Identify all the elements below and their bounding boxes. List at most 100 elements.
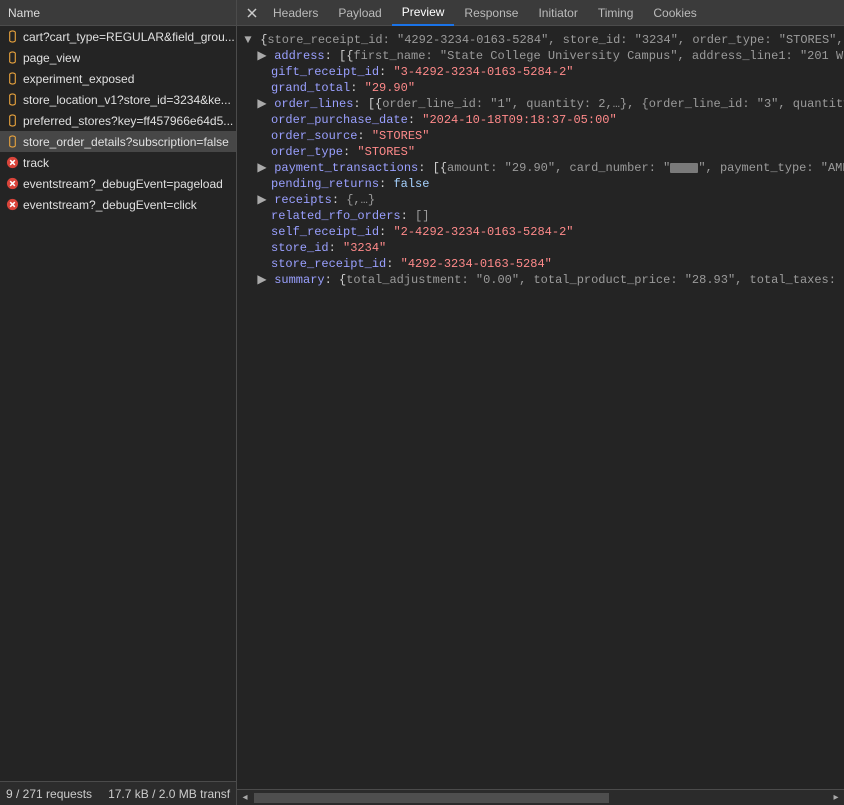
json-key: store_receipt_id	[267, 33, 382, 47]
tab-initiator[interactable]: Initiator	[528, 0, 587, 26]
request-row[interactable]: store_location_v1?store_id=3234&ke...	[0, 89, 236, 110]
horizontal-scrollbar[interactable]: ◂ ▸	[237, 789, 844, 805]
request-name: page_view	[23, 51, 80, 65]
json-value: 1	[497, 97, 504, 111]
request-row[interactable]: track	[0, 152, 236, 173]
json-value: 28.93	[692, 273, 728, 287]
tab-cookies[interactable]: Cookies	[643, 0, 706, 26]
footer-transfer: 17.7 kB / 2.0 MB transf	[108, 787, 230, 801]
request-row[interactable]: eventstream?_debugEvent=pageload	[0, 173, 236, 194]
brackets-icon	[6, 93, 19, 106]
json-value: 201 W Beaver	[807, 49, 844, 63]
json-key: store_receipt_id	[271, 257, 386, 271]
json-value: 29.90	[372, 81, 408, 95]
brackets-icon	[6, 135, 19, 148]
error-icon	[6, 177, 19, 190]
json-value: STORES	[379, 129, 422, 143]
request-row[interactable]: cart?cart_type=REGULAR&field_grou...	[0, 26, 236, 47]
json-value: AMERICANEX	[828, 161, 844, 175]
disclosure-right-icon[interactable]: ▶	[257, 272, 267, 288]
scroll-right-icon[interactable]: ▸	[828, 790, 844, 805]
request-list: cart?cart_type=REGULAR&field_grou...page…	[0, 26, 236, 781]
tab-label: Preview	[402, 5, 445, 19]
scrollbar-track[interactable]	[254, 792, 827, 804]
json-key: self_receipt_id	[271, 225, 379, 239]
json-key: gift_receipt_id	[271, 65, 379, 79]
json-value: 4292-3234-0163-5284	[404, 33, 541, 47]
json-value: 0.00	[483, 273, 512, 287]
network-request-panel: Name cart?cart_type=REGULAR&field_grou..…	[0, 0, 237, 805]
column-header-name[interactable]: Name	[0, 0, 236, 26]
json-value: STORES	[365, 145, 408, 159]
error-icon	[6, 156, 19, 169]
json-key: payment_transactions	[274, 161, 418, 175]
json-key: first_name	[353, 49, 425, 63]
json-value: STORES	[786, 33, 829, 47]
network-footer: 9 / 271 requests 17.7 kB / 2.0 MB transf	[0, 781, 236, 805]
close-icon[interactable]	[241, 0, 263, 26]
brackets-icon	[6, 114, 19, 127]
tab-label: Timing	[598, 6, 634, 20]
json-value: 29.90	[512, 161, 548, 175]
json-key: pending_returns	[271, 177, 379, 191]
disclosure-right-icon[interactable]: ▶	[257, 192, 267, 208]
json-value: {,…}	[346, 193, 375, 207]
json-key: order_purchase_date	[271, 113, 408, 127]
json-key: receipts	[274, 193, 332, 207]
disclosure-right-icon[interactable]: ▶	[257, 160, 267, 176]
scrollbar-thumb[interactable]	[254, 793, 609, 803]
json-key: quantity	[793, 97, 844, 111]
request-name: eventstream?_debugEvent=pageload	[23, 177, 223, 191]
tab-headers[interactable]: Headers	[263, 0, 328, 26]
json-key: order_line_id	[382, 97, 476, 111]
json-value: []	[415, 209, 429, 223]
request-row[interactable]: eventstream?_debugEvent=click	[0, 194, 236, 215]
json-key: total_adjustment	[346, 273, 461, 287]
json-key: store_id	[271, 241, 329, 255]
column-header-label: Name	[8, 6, 40, 20]
json-value: 2	[598, 97, 605, 111]
tab-timing[interactable]: Timing	[588, 0, 644, 26]
json-value: 2024-10-18T09:18:37-05:00	[429, 113, 609, 127]
tab-preview[interactable]: Preview	[392, 0, 455, 26]
brackets-icon	[6, 51, 19, 64]
tab-response[interactable]: Response	[454, 0, 528, 26]
request-name: experiment_exposed	[23, 72, 134, 86]
json-key: grand_total	[271, 81, 350, 95]
json-key: related_rfo_orders	[271, 209, 401, 223]
scroll-left-icon[interactable]: ◂	[237, 790, 253, 805]
request-name: track	[23, 156, 49, 170]
json-key: amount	[447, 161, 490, 175]
request-row[interactable]: preferred_stores?key=ff457966e64d5...	[0, 110, 236, 131]
disclosure-down-icon[interactable]: ▼	[243, 32, 253, 48]
disclosure-right-icon[interactable]: ▶	[257, 48, 267, 64]
json-value: 3234	[642, 33, 671, 47]
json-key: store_id	[563, 33, 621, 47]
request-row[interactable]: page_view	[0, 47, 236, 68]
preview-body: ▼ {store_receipt_id: "4292-3234-0163-528…	[237, 26, 844, 789]
json-tree[interactable]: ▼ {store_receipt_id: "4292-3234-0163-528…	[237, 26, 844, 294]
footer-requests: 9 / 271 requests	[6, 787, 92, 801]
json-key: order_type	[692, 33, 764, 47]
json-key: order_source	[271, 129, 357, 143]
json-key: total_product_price	[533, 273, 670, 287]
json-key: address	[274, 49, 324, 63]
brackets-icon	[6, 72, 19, 85]
json-key: payment_type	[720, 161, 806, 175]
tab-label: Headers	[273, 6, 318, 20]
tab-label: Payload	[338, 6, 381, 20]
tab-label: Initiator	[538, 6, 577, 20]
tab-payload[interactable]: Payload	[328, 0, 391, 26]
tab-label: Cookies	[653, 6, 696, 20]
json-key: quantity	[526, 97, 584, 111]
disclosure-right-icon[interactable]: ▶	[257, 96, 267, 112]
detail-tabbar: Headers Payload Preview Response Initiat…	[237, 0, 844, 26]
json-key: summary	[274, 273, 324, 287]
request-row[interactable]: experiment_exposed	[0, 68, 236, 89]
brackets-icon	[6, 30, 19, 43]
json-key: order_lines	[274, 97, 353, 111]
json-key: order_line_id	[649, 97, 743, 111]
request-name: store_location_v1?store_id=3234&ke...	[23, 93, 231, 107]
tab-label: Response	[464, 6, 518, 20]
request-row[interactable]: store_order_details?subscription=false	[0, 131, 236, 152]
